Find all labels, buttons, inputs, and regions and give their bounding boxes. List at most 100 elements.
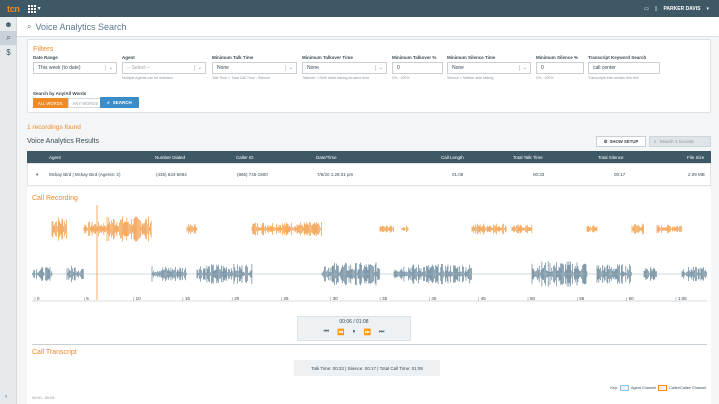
min-talk-help: Talk Time = Total Call Time - Silence xyxy=(212,76,270,80)
results-table-header: Agent Number Dialed Caller ID Date/Time … xyxy=(27,151,711,163)
cell-datetime: 7/6/20 1:28:31 pm xyxy=(317,172,354,177)
agent-group: Agent -- Select -- ⌄ Multiple Agents can … xyxy=(122,55,206,80)
keyword-input[interactable]: call center xyxy=(588,62,660,74)
skip-back-icon[interactable]: ⏮ xyxy=(324,329,329,336)
users-icon[interactable]: ☻ xyxy=(0,17,17,31)
keyword-group: Transcript Keyword Search call center Tr… xyxy=(588,55,660,80)
agent-channel-label: Agent Channel xyxy=(630,386,657,390)
col-number-dialed[interactable]: Number Dialed xyxy=(155,151,185,163)
search-mode-group: Search by Any/All Words ALL WORDS ANY WO… xyxy=(33,91,104,108)
col-agent[interactable]: Agent xyxy=(49,151,61,163)
call-transcript-title: Call Transcript xyxy=(32,349,77,356)
apps-menu-button[interactable]: ▾ xyxy=(27,4,41,13)
search-button[interactable]: ⌕ SEARCH xyxy=(100,97,139,108)
collapse-row-icon[interactable]: ▾ xyxy=(36,164,38,185)
audio-player: 00:06 / 01:08 ⏮ ⏪ ⏸ ⏩ ⏭ xyxy=(297,316,411,341)
axis-tick-label: 60 xyxy=(629,296,635,301)
min-silence-pct-input[interactable]: 0 xyxy=(536,62,584,74)
page-header: ⌕ Voice Analytics Search xyxy=(17,17,719,37)
legend-key-label: Key: xyxy=(610,386,618,390)
fast-forward-icon[interactable]: ⏩ xyxy=(364,329,371,336)
col-datetime[interactable]: Date/Time xyxy=(316,151,337,163)
agent-channel-swatch xyxy=(619,385,629,391)
cell-call-length: 01:08 xyxy=(452,172,464,177)
col-total-talk[interactable]: Total Talk Time xyxy=(513,151,543,163)
date-range-group: Date Range This week (to date) ⌄ xyxy=(33,55,117,74)
skip-forward-icon[interactable]: ⏭ xyxy=(379,329,384,336)
axis-tick-label: 20 xyxy=(234,296,240,301)
min-silence-pct-help: 0% - 100% xyxy=(536,76,554,80)
chevron-down-icon: ⌄ xyxy=(104,65,113,71)
show-setup-button[interactable]: ⚙ SHOW SETUP xyxy=(596,136,646,147)
rewind-icon[interactable]: ⏪ xyxy=(337,329,344,336)
filters-title: Filters xyxy=(33,44,54,53)
tcn-logo[interactable]: tcn xyxy=(7,4,20,14)
results-search-input[interactable]: ⌕ Search 1 records xyxy=(649,136,711,147)
dollar-icon[interactable]: $ xyxy=(0,45,17,59)
axis-tick-label: 15 xyxy=(185,296,191,301)
axis-tick-label: 55 xyxy=(579,296,585,301)
min-talk-group: Minimum Talk Time None ⌄ Talk Time = Tota… xyxy=(212,55,297,80)
axis-tick-label: 1:05 xyxy=(678,296,687,301)
user-menu[interactable]: PARKER DAVIS xyxy=(663,6,700,12)
expand-sidebar-icon[interactable]: › xyxy=(5,394,7,400)
col-call-length[interactable]: Call Length xyxy=(441,151,464,163)
min-silence-pct-group: Minimum Silence % 0 0% - 100% xyxy=(536,55,584,80)
gear-icon: ⚙ xyxy=(603,138,608,144)
min-talk-select[interactable]: None ⌄ xyxy=(212,62,297,74)
waveform[interactable]: 0 5 10 15 20 25 30 35 40 45 50 55 60 1:05 xyxy=(32,203,707,305)
cell-file-size: 2.09 MB xyxy=(688,172,705,177)
cell-caller-id: (866) 745-1900 xyxy=(237,172,268,177)
min-talkover-select[interactable]: None ⌄ xyxy=(302,62,387,74)
recordings-found: 1 recordings found xyxy=(27,124,81,131)
search-mode-label: Search by Any/All Words xyxy=(33,91,87,96)
recording-detail: Call Recording 0 5 10 15 20 25 30 35 40 45 50 55 60 1… xyxy=(27,187,711,404)
col-total-silence[interactable]: Total Silence xyxy=(598,151,624,163)
min-talkover-pct-input[interactable]: 0 xyxy=(392,62,443,74)
axis-tick-label: 40 xyxy=(431,296,437,301)
playback-time: 00:06 / 01:08 xyxy=(339,319,369,325)
all-words-toggle[interactable]: ALL WORDS xyxy=(33,98,68,108)
chevron-down-icon: ⌄ xyxy=(518,65,527,71)
min-talkover-label: Minimum Talkover Time xyxy=(302,55,353,60)
date-range-label: Date Range xyxy=(33,55,58,60)
min-silence-label: Minimum Silence Time xyxy=(447,55,496,60)
time-axis-ticks: 0 5 10 15 20 25 30 35 40 45 50 55 60 1:05 xyxy=(34,296,687,301)
axis-tick-label: 50 xyxy=(530,296,536,301)
chevron-down-icon: ▾ xyxy=(37,6,41,12)
chevron-down-icon: ⌄ xyxy=(284,65,293,71)
agent-select[interactable]: -- Select -- ⌄ xyxy=(122,62,206,74)
caller-channel-label: Caller/Callee Channel xyxy=(669,386,706,390)
chat-icon[interactable]: ▭ xyxy=(644,6,649,12)
sidebar-search-icon[interactable]: ⌕ xyxy=(0,31,17,45)
keyword-label: Transcript Keyword Search xyxy=(588,55,647,60)
min-silence-select[interactable]: None ⌄ xyxy=(447,62,531,74)
call-recording-title: Call Recording xyxy=(32,195,78,202)
transcript-timestamp: 00:00 - 00:05 xyxy=(32,396,55,400)
search-icon: ⌕ xyxy=(654,139,657,144)
cell-number-dialed: (435) 634-6694 xyxy=(156,172,187,177)
search-icon: ⌕ xyxy=(107,100,110,105)
axis-tick-label: 5 xyxy=(86,296,89,301)
search-icon: ⌕ xyxy=(27,21,32,31)
top-bar: tcn ▾ ▭ ▯ PARKER DAVIS ▾ xyxy=(0,0,719,17)
cell-total-silence: 00:17 xyxy=(614,172,626,177)
min-talkover-pct-label: Minimum Talkover % xyxy=(392,55,437,60)
min-silence-help: Silence = Neither side talking xyxy=(447,76,494,80)
chevron-down-icon: ⌄ xyxy=(374,65,383,71)
col-caller-id[interactable]: Caller ID xyxy=(236,151,254,163)
filters-panel: Filters Date Range This week (to date) ⌄ … xyxy=(27,39,711,113)
min-talkover-pct-group: Minimum Talkover % 0 0% - 100% xyxy=(392,55,443,80)
book-icon[interactable]: ▯ xyxy=(655,6,658,12)
pause-icon[interactable]: ⏸ xyxy=(352,329,355,336)
col-file-size[interactable]: File Size xyxy=(687,151,704,163)
axis-tick-label: 0 xyxy=(37,296,40,301)
date-range-select[interactable]: This week (to date) ⌄ xyxy=(33,62,117,74)
page-title: Voice Analytics Search xyxy=(35,21,127,32)
any-words-toggle[interactable]: ANY WORDS xyxy=(67,98,104,108)
table-row[interactable]: ▾ Mckay Bird | Mckay Bird (Agents: 2) (4… xyxy=(27,163,711,186)
axis-tick-label: 35 xyxy=(382,296,388,301)
min-talkover-pct-help: 0% - 100% xyxy=(392,76,410,80)
user-chevron-icon[interactable]: ▾ xyxy=(706,6,709,12)
min-talkover-help: Talkover = Both sides talking at same ti… xyxy=(302,76,370,80)
